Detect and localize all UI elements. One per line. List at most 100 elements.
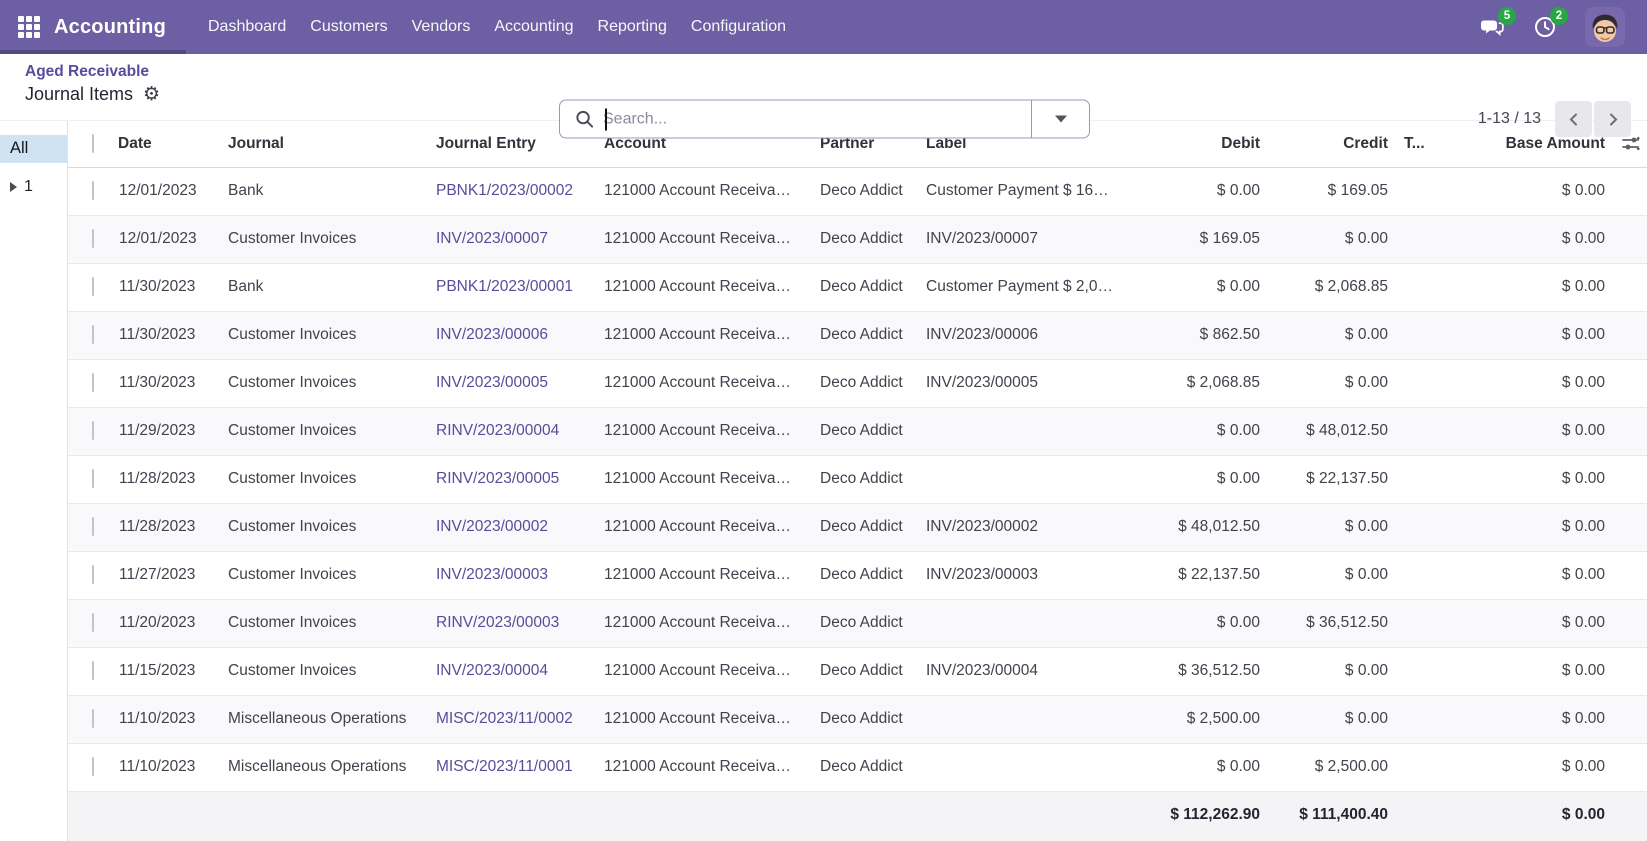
col-header-debit[interactable]: Debit	[1148, 121, 1276, 167]
cell-label[interactable]: Customer Payment $ 2,0…	[926, 263, 1148, 311]
cell-partner[interactable]: Deco Addict	[820, 647, 926, 695]
cell-label[interactable]	[926, 407, 1148, 455]
cell-journal[interactable]: Customer Invoices	[228, 407, 436, 455]
cell-date[interactable]: 11/10/2023	[118, 695, 228, 743]
cell-base-amount[interactable]: $ 0.00	[1464, 455, 1615, 503]
row-checkbox[interactable]	[92, 565, 94, 584]
journal-entry-link[interactable]: MISC/2023/11/0001	[436, 758, 573, 775]
cell-date[interactable]: 11/28/2023	[118, 455, 228, 503]
menu-configuration[interactable]: Configuration	[679, 0, 798, 54]
col-header-credit[interactable]: Credit	[1276, 121, 1404, 167]
cell-journal-entry[interactable]: PBNK1/2023/00002	[436, 167, 604, 215]
cell-partner[interactable]: Deco Addict	[820, 455, 926, 503]
table-row[interactable]: 11/29/2023 Customer Invoices RINV/2023/0…	[68, 407, 1647, 455]
cell-base-amount[interactable]: $ 0.00	[1464, 167, 1615, 215]
row-checkbox[interactable]	[92, 277, 94, 296]
journal-entry-link[interactable]: INV/2023/00007	[436, 230, 548, 247]
cell-partner[interactable]: Deco Addict	[820, 167, 926, 215]
cell-label[interactable]: INV/2023/00003	[926, 551, 1148, 599]
cell-debit[interactable]: $ 2,068.85	[1148, 359, 1276, 407]
cell-date[interactable]: 11/28/2023	[118, 503, 228, 551]
cell-journal-entry[interactable]: PBNK1/2023/00001	[436, 263, 604, 311]
cell-journal[interactable]: Customer Invoices	[228, 503, 436, 551]
cell-base-amount[interactable]: $ 0.00	[1464, 503, 1615, 551]
cell-debit[interactable]: $ 0.00	[1148, 455, 1276, 503]
cell-taxes[interactable]	[1404, 167, 1464, 215]
cell-label[interactable]: INV/2023/00007	[926, 215, 1148, 263]
user-avatar[interactable]	[1585, 7, 1625, 47]
search-options-toggle[interactable]	[1031, 101, 1089, 138]
cell-label[interactable]: INV/2023/00005	[926, 359, 1148, 407]
cell-journal-entry[interactable]: MISC/2023/11/0002	[436, 695, 604, 743]
cell-credit[interactable]: $ 0.00	[1276, 695, 1404, 743]
cell-taxes[interactable]	[1404, 503, 1464, 551]
search-input[interactable]	[594, 109, 1031, 129]
cell-journal-entry[interactable]: RINV/2023/00004	[436, 407, 604, 455]
pager-next-button[interactable]	[1594, 101, 1631, 137]
cell-journal[interactable]: Customer Invoices	[228, 215, 436, 263]
cell-partner[interactable]: Deco Addict	[820, 359, 926, 407]
table-row[interactable]: 11/15/2023 Customer Invoices INV/2023/00…	[68, 647, 1647, 695]
filter-all[interactable]: All	[0, 135, 67, 163]
menu-vendors[interactable]: Vendors	[400, 0, 483, 54]
cell-base-amount[interactable]: $ 0.00	[1464, 695, 1615, 743]
table-row[interactable]: 11/10/2023 Miscellaneous Operations MISC…	[68, 695, 1647, 743]
cell-base-amount[interactable]: $ 0.00	[1464, 551, 1615, 599]
cell-account[interactable]: 121000 Account Receiva…	[604, 647, 820, 695]
col-header-taxes[interactable]: T...	[1404, 121, 1464, 167]
journal-entry-link[interactable]: MISC/2023/11/0002	[436, 710, 573, 727]
cell-credit[interactable]: $ 0.00	[1276, 551, 1404, 599]
cell-label[interactable]	[926, 743, 1148, 791]
cell-credit[interactable]: $ 0.00	[1276, 647, 1404, 695]
cell-label[interactable]	[926, 455, 1148, 503]
cell-journal-entry[interactable]: INV/2023/00004	[436, 647, 604, 695]
journal-entry-link[interactable]: PBNK1/2023/00001	[436, 278, 573, 295]
cell-credit[interactable]: $ 0.00	[1276, 215, 1404, 263]
pager-previous-button[interactable]	[1555, 101, 1592, 137]
cell-journal-entry[interactable]: INV/2023/00003	[436, 551, 604, 599]
cell-journal[interactable]: Customer Invoices	[228, 599, 436, 647]
cell-date[interactable]: 11/27/2023	[118, 551, 228, 599]
table-row[interactable]: 11/28/2023 Customer Invoices INV/2023/00…	[68, 503, 1647, 551]
row-checkbox[interactable]	[92, 421, 94, 440]
cell-journal-entry[interactable]: RINV/2023/00005	[436, 455, 604, 503]
cell-account[interactable]: 121000 Account Receiva…	[604, 455, 820, 503]
cell-journal[interactable]: Miscellaneous Operations	[228, 743, 436, 791]
cell-taxes[interactable]	[1404, 407, 1464, 455]
journal-entry-link[interactable]: INV/2023/00005	[436, 374, 548, 391]
cell-credit[interactable]: $ 0.00	[1276, 359, 1404, 407]
cell-taxes[interactable]	[1404, 743, 1464, 791]
col-header-journal[interactable]: Journal	[228, 121, 436, 167]
cell-date[interactable]: 11/10/2023	[118, 743, 228, 791]
cell-label[interactable]: INV/2023/00002	[926, 503, 1148, 551]
cell-debit[interactable]: $ 0.00	[1148, 263, 1276, 311]
cell-debit[interactable]: $ 48,012.50	[1148, 503, 1276, 551]
row-checkbox[interactable]	[92, 229, 94, 248]
cell-journal-entry[interactable]: INV/2023/00006	[436, 311, 604, 359]
cell-journal[interactable]: Bank	[228, 167, 436, 215]
cell-partner[interactable]: Deco Addict	[820, 503, 926, 551]
cell-journal-entry[interactable]: MISC/2023/11/0001	[436, 743, 604, 791]
journal-entry-link[interactable]: RINV/2023/00003	[436, 614, 559, 631]
cell-partner[interactable]: Deco Addict	[820, 551, 926, 599]
cell-credit[interactable]: $ 2,068.85	[1276, 263, 1404, 311]
cell-date[interactable]: 12/01/2023	[118, 215, 228, 263]
cell-debit[interactable]: $ 0.00	[1148, 599, 1276, 647]
cell-partner[interactable]: Deco Addict	[820, 743, 926, 791]
cell-account[interactable]: 121000 Account Receiva…	[604, 215, 820, 263]
cell-journal[interactable]: Customer Invoices	[228, 359, 436, 407]
cell-credit[interactable]: $ 2,500.00	[1276, 743, 1404, 791]
cell-partner[interactable]: Deco Addict	[820, 311, 926, 359]
cell-partner[interactable]: Deco Addict	[820, 263, 926, 311]
cell-credit[interactable]: $ 0.00	[1276, 311, 1404, 359]
apps-menu-button[interactable]: Accounting	[0, 0, 186, 54]
cell-debit[interactable]: $ 0.00	[1148, 167, 1276, 215]
journal-entry-link[interactable]: INV/2023/00002	[436, 518, 548, 535]
cell-journal-entry[interactable]: INV/2023/00002	[436, 503, 604, 551]
cell-base-amount[interactable]: $ 0.00	[1464, 359, 1615, 407]
cell-account[interactable]: 121000 Account Receiva…	[604, 695, 820, 743]
cell-taxes[interactable]	[1404, 551, 1464, 599]
cell-journal[interactable]: Customer Invoices	[228, 311, 436, 359]
cell-date[interactable]: 11/15/2023	[118, 647, 228, 695]
optional-columns-icon[interactable]	[1622, 135, 1641, 152]
